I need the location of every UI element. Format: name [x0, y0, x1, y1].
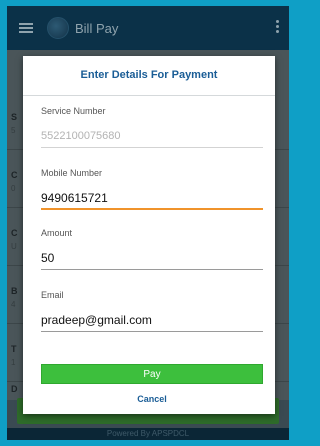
- list-item-value: 1: [11, 358, 16, 367]
- list-item-value: 5: [11, 126, 16, 135]
- service-number-field: Service Number 5522100075680: [41, 106, 263, 148]
- list-item-label: B: [11, 286, 18, 296]
- list-item-label: T: [11, 344, 17, 354]
- app-bar: Bill Pay: [7, 6, 289, 50]
- pay-button[interactable]: Pay: [41, 364, 263, 384]
- menu-icon[interactable]: [19, 21, 33, 35]
- field-label: Amount: [41, 228, 73, 238]
- list-item-value: 0: [11, 184, 16, 193]
- app-title: Bill Pay: [75, 20, 119, 36]
- footer: Powered By APSPDCL: [7, 428, 289, 440]
- list-item-label: C: [11, 228, 18, 238]
- list-item-label: D: [11, 384, 18, 394]
- list-item-value: 4: [11, 300, 16, 309]
- list-item-value: U: [11, 242, 17, 251]
- app-screen: Bill Pay S 5 C 0 C U B 4 T 1 D Powered B…: [7, 6, 289, 440]
- app-logo: [47, 17, 69, 39]
- field-label: Email: [41, 290, 64, 300]
- overflow-menu-icon[interactable]: [276, 20, 279, 35]
- service-number-input: 5522100075680: [41, 126, 263, 148]
- field-label: Service Number: [41, 106, 106, 116]
- amount-field: Amount 50: [41, 228, 263, 270]
- list-item-label: C: [11, 170, 18, 180]
- mobile-number-input[interactable]: 9490615721: [41, 188, 263, 210]
- dialog-title: Enter Details For Payment: [23, 56, 275, 96]
- email-field: Email pradeep@gmail.com: [41, 290, 263, 332]
- amount-input[interactable]: 50: [41, 248, 263, 270]
- email-input[interactable]: pradeep@gmail.com: [41, 310, 263, 332]
- list-item-label: S: [11, 112, 18, 122]
- field-label: Mobile Number: [41, 168, 103, 178]
- payment-dialog: Enter Details For Payment Service Number…: [23, 56, 275, 414]
- mobile-number-field: Mobile Number 9490615721: [41, 168, 263, 210]
- cancel-button[interactable]: Cancel: [41, 390, 263, 408]
